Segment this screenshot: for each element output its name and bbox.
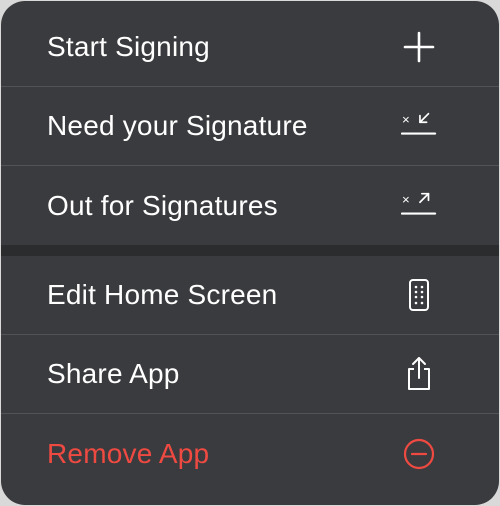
group-separator — [1, 245, 499, 256]
phone-apps-icon — [401, 277, 437, 313]
remove-app-label: Remove App — [47, 437, 210, 469]
need-your-signature-label: Need your Signature — [47, 110, 308, 141]
remove-app-item[interactable]: Remove App — [1, 414, 499, 493]
svg-text:×: × — [402, 112, 410, 127]
out-for-signatures-item[interactable]: Out for Signatures × — [1, 166, 499, 245]
start-signing-label: Start Signing — [47, 30, 210, 62]
signature-incoming-icon: × — [401, 108, 437, 144]
need-your-signature-item[interactable]: Need your Signature × — [1, 87, 499, 166]
context-menu: Start Signing Need your Signature × Out — [1, 1, 499, 505]
menu-group-signing: Start Signing Need your Signature × Out — [1, 1, 499, 245]
edit-home-screen-item[interactable]: Edit Home Screen — [1, 256, 499, 335]
menu-group-app: Edit Home Screen Share App Remove App — [1, 256, 499, 493]
edit-home-screen-label: Edit Home Screen — [47, 279, 278, 310]
start-signing-item[interactable]: Start Signing — [1, 1, 499, 87]
share-icon — [401, 356, 437, 392]
plus-icon — [401, 29, 437, 65]
signature-outgoing-icon: × — [401, 188, 437, 224]
out-for-signatures-label: Out for Signatures — [47, 189, 278, 221]
svg-text:×: × — [402, 192, 410, 207]
share-app-label: Share App — [47, 358, 180, 389]
share-app-item[interactable]: Share App — [1, 335, 499, 414]
minus-circle-icon — [401, 436, 437, 472]
